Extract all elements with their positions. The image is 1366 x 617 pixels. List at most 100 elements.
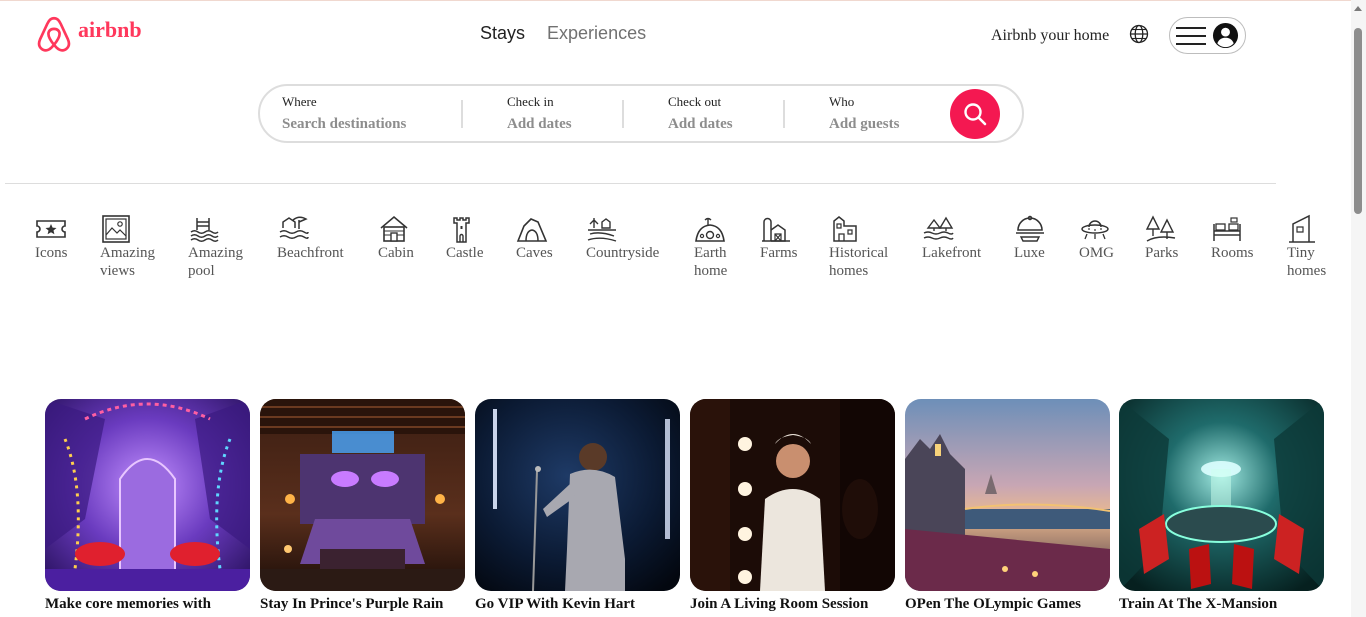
category-icons[interactable]: Icons bbox=[35, 214, 68, 262]
top-border bbox=[0, 0, 1366, 1]
listing-title[interactable]: Train At The X-Mansion bbox=[1119, 595, 1324, 613]
farm-icon bbox=[762, 217, 790, 242]
countryside-icon bbox=[587, 218, 617, 242]
category-amazing-views[interactable]: Amazing views bbox=[100, 214, 155, 280]
category-label: Amazing pool bbox=[188, 245, 243, 279]
logo-text: airbnb bbox=[78, 17, 142, 42]
scroll-up-arrow-icon[interactable] bbox=[1354, 6, 1362, 11]
category-omg[interactable]: OMG bbox=[1079, 214, 1114, 262]
pool-icon bbox=[190, 218, 219, 242]
purple-fantasy-room-image bbox=[45, 399, 250, 591]
user-menu-button[interactable] bbox=[1169, 17, 1246, 54]
listing-title[interactable]: Go VIP With Kevin Hart bbox=[475, 595, 680, 613]
category-label: Parks bbox=[1145, 245, 1179, 261]
where-field[interactable]: Where Search destinations bbox=[282, 94, 406, 135]
category-label: Castle bbox=[446, 245, 484, 261]
category-label: Cabin bbox=[378, 245, 414, 261]
user-avatar-icon bbox=[1212, 22, 1239, 49]
listing-title[interactable]: Make core memories with bbox=[45, 595, 250, 613]
x-mansion-cerebro-image bbox=[1119, 399, 1324, 591]
lakefront-icon bbox=[923, 216, 954, 240]
cloche-icon bbox=[1016, 215, 1044, 242]
category-label: Caves bbox=[516, 245, 553, 261]
listing-card[interactable]: Make core memories with bbox=[45, 399, 250, 613]
globe-icon[interactable] bbox=[1129, 24, 1149, 44]
category-parks[interactable]: Parks bbox=[1145, 214, 1178, 262]
search-icon bbox=[964, 103, 987, 126]
category-label: Amazing views bbox=[100, 245, 155, 279]
historical-home-icon bbox=[833, 216, 857, 242]
paris-rooftop-terrace-image bbox=[905, 399, 1110, 591]
category-label: Rooms bbox=[1211, 245, 1254, 261]
check-out-label: Check out bbox=[668, 94, 722, 109]
search-divider bbox=[622, 100, 624, 128]
check-in-field[interactable]: Check in Add dates bbox=[507, 94, 572, 135]
check-in-placeholder: Add dates bbox=[507, 115, 572, 132]
singer-backstage-mirror-image bbox=[690, 399, 895, 591]
tab-stays[interactable]: Stays bbox=[480, 23, 525, 44]
category-cabin[interactable]: Cabin bbox=[378, 214, 414, 262]
beach-umbrella-icon bbox=[279, 216, 309, 239]
listing-card[interactable]: Train At The X-Mansion bbox=[1119, 399, 1324, 613]
bed-room-icon bbox=[1213, 217, 1241, 241]
listing-card[interactable]: OPen The OLympic Games bbox=[905, 399, 1110, 613]
check-in-label: Check in bbox=[507, 94, 554, 109]
ticket-star-icon bbox=[36, 220, 66, 238]
top-nav-tabs: Stays Experiences bbox=[480, 23, 646, 44]
category-label: OMG bbox=[1079, 245, 1115, 261]
listing-card[interactable]: Go VIP With Kevin Hart bbox=[475, 399, 680, 613]
who-placeholder: Add guests bbox=[829, 115, 900, 132]
category-label: Lakefront bbox=[922, 245, 982, 261]
search-button[interactable] bbox=[950, 89, 1000, 139]
purple-rain-bedroom-image bbox=[260, 399, 465, 591]
listing-title[interactable]: Join A Living Room Session bbox=[690, 595, 895, 613]
earth-home-icon bbox=[695, 217, 725, 242]
category-caves[interactable]: Caves bbox=[516, 214, 553, 262]
castle-icon bbox=[453, 217, 470, 243]
category-rooms[interactable]: Rooms bbox=[1211, 214, 1254, 262]
check-out-field[interactable]: Check out Add dates bbox=[668, 94, 733, 135]
listing-card[interactable]: Join A Living Room Session bbox=[690, 399, 895, 613]
cave-icon bbox=[516, 218, 548, 242]
airbnb-your-home-link[interactable]: Airbnb your home bbox=[991, 27, 1109, 45]
tiny-home-icon bbox=[1289, 214, 1315, 243]
park-trees-icon bbox=[1145, 215, 1176, 242]
search-divider bbox=[783, 100, 785, 128]
category-label: Farms bbox=[760, 245, 798, 261]
hamburger-menu-icon bbox=[1176, 25, 1206, 47]
category-amazing-pool[interactable]: Amazing pool bbox=[188, 214, 243, 280]
category-label: Icons bbox=[35, 245, 68, 261]
tab-experiences[interactable]: Experiences bbox=[547, 23, 646, 44]
category-label: Countryside bbox=[586, 245, 660, 261]
page-scrollbar-thumb[interactable] bbox=[1354, 28, 1362, 214]
where-label: Where bbox=[282, 94, 317, 109]
category-label: Historical homes bbox=[829, 245, 889, 279]
category-tiny-homes[interactable]: Tiny homes bbox=[1287, 214, 1326, 280]
header-divider bbox=[5, 183, 1276, 184]
ufo-icon bbox=[1081, 220, 1109, 240]
category-lakefront[interactable]: Lakefront bbox=[922, 214, 981, 262]
who-label: Who bbox=[829, 94, 855, 109]
search-divider bbox=[461, 100, 463, 128]
listing-title[interactable]: Stay In Prince's Purple Rain bbox=[260, 595, 465, 613]
category-label: Beachfront bbox=[277, 245, 344, 261]
comedian-stage-image bbox=[475, 399, 680, 591]
who-field[interactable]: Who Add guests bbox=[829, 94, 899, 135]
check-out-placeholder: Add dates bbox=[668, 115, 733, 132]
category-beachfront[interactable]: Beachfront bbox=[277, 214, 344, 262]
category-label: Luxe bbox=[1014, 245, 1045, 261]
framed-picture-icon bbox=[102, 215, 130, 243]
airbnb-logo-icon bbox=[37, 16, 71, 52]
search-bar: Where Search destinations Check in Add d… bbox=[258, 84, 1024, 143]
category-farms[interactable]: Farms bbox=[760, 214, 798, 262]
category-earth-home[interactable]: Earth home bbox=[694, 214, 727, 280]
category-label: Tiny homes bbox=[1287, 245, 1327, 279]
listing-title[interactable]: OPen The OLympic Games bbox=[905, 595, 1110, 613]
category-countryside[interactable]: Countryside bbox=[586, 214, 659, 262]
category-castle[interactable]: Castle bbox=[446, 214, 484, 262]
listing-card[interactable]: Stay In Prince's Purple Rain bbox=[260, 399, 465, 613]
airbnb-logo[interactable]: airbnb bbox=[36, 16, 142, 54]
category-historical-homes[interactable]: Historical homes bbox=[829, 214, 888, 280]
cabin-icon bbox=[380, 215, 408, 242]
category-luxe[interactable]: Luxe bbox=[1014, 214, 1046, 262]
